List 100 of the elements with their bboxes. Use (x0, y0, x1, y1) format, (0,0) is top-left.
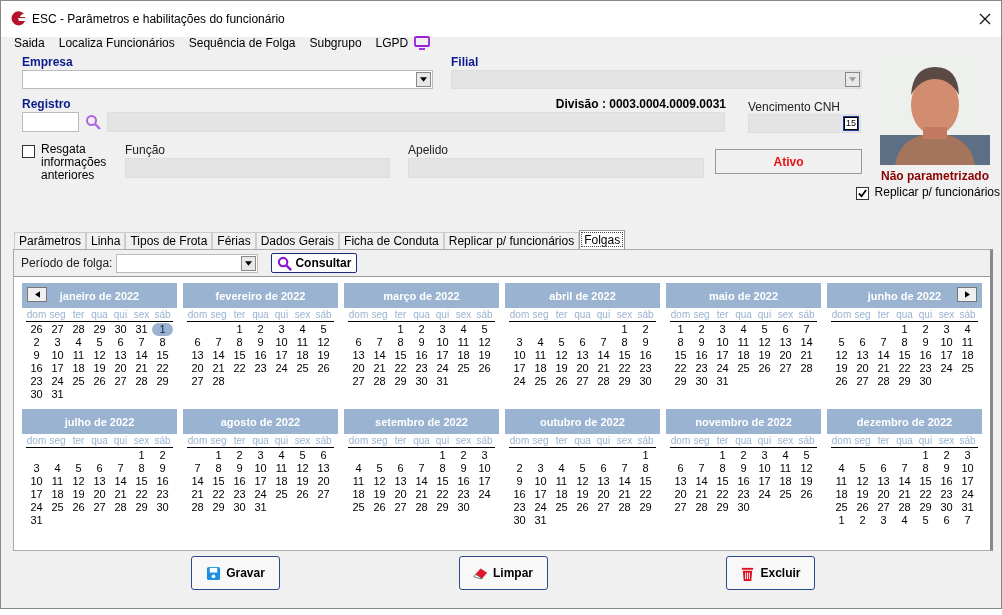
calendar-day[interactable]: 12 (831, 349, 852, 362)
calendar-day[interactable]: 1 (635, 449, 656, 462)
calendar-day[interactable]: 24 (712, 362, 733, 375)
calendar-day[interactable]: 2 (915, 323, 936, 336)
calendar-day[interactable]: 5 (852, 462, 873, 475)
calendar-day[interactable]: 22 (635, 488, 656, 501)
tab[interactable]: Férias (212, 232, 256, 249)
calendar-day[interactable]: 13 (187, 349, 208, 362)
calendar-day[interactable]: 18 (551, 488, 572, 501)
calendar-day[interactable]: 18 (348, 488, 369, 501)
calendar-day[interactable]: 10 (432, 336, 453, 349)
calendar-day[interactable]: 9 (691, 336, 712, 349)
calendar-day[interactable]: 14 (796, 336, 817, 349)
calendar-day[interactable]: 19 (474, 349, 495, 362)
calendar-day[interactable]: 8 (894, 336, 915, 349)
calendar-day[interactable]: 17 (957, 475, 978, 488)
calendar-day[interactable]: 29 (894, 375, 915, 388)
calendar-day[interactable]: 8 (712, 462, 733, 475)
calendar-day[interactable]: 15 (915, 475, 936, 488)
calendar-day[interactable]: 17 (712, 349, 733, 362)
calendar-day[interactable]: 21 (894, 488, 915, 501)
calendar-day[interactable]: 2 (152, 449, 173, 462)
calendar-day[interactable]: 17 (474, 475, 495, 488)
calendar-day[interactable]: 15 (208, 475, 229, 488)
calendar-day[interactable]: 20 (670, 488, 691, 501)
calendar-day[interactable]: 3 (530, 462, 551, 475)
calendar-day[interactable]: 27 (390, 501, 411, 514)
calendar-day[interactable]: 20 (348, 362, 369, 375)
calendar-day[interactable]: 31 (250, 501, 271, 514)
calendar-day[interactable]: 25 (551, 501, 572, 514)
calendar-day[interactable]: 24 (509, 375, 530, 388)
calendar-day[interactable]: 10 (509, 349, 530, 362)
calendar-day[interactable]: 24 (957, 488, 978, 501)
calendar-day[interactable]: 18 (453, 349, 474, 362)
tab[interactable]: Folgas (579, 230, 626, 249)
calendar-day[interactable]: 25 (47, 501, 68, 514)
delete-button[interactable]: Excluir (726, 556, 815, 590)
calendar-day[interactable]: 4 (292, 323, 313, 336)
calendar-day[interactable]: 31 (432, 375, 453, 388)
calendar-day[interactable]: 29 (712, 501, 733, 514)
calendar-day[interactable]: 22 (152, 362, 173, 375)
monitor-icon[interactable] (414, 36, 431, 50)
calendar-day[interactable]: 2 (26, 336, 47, 349)
calendar-day[interactable]: 22 (670, 362, 691, 375)
calendar-day[interactable]: 3 (474, 449, 495, 462)
calendar-day[interactable]: 29 (635, 501, 656, 514)
calendar-day[interactable]: 31 (47, 388, 68, 401)
calendar-day[interactable]: 1 (432, 449, 453, 462)
calendar-day[interactable]: 30 (229, 501, 250, 514)
calendar-day[interactable]: 22 (894, 362, 915, 375)
calendar-day[interactable]: 25 (530, 375, 551, 388)
calendar-day[interactable]: 23 (152, 488, 173, 501)
calendar-day[interactable]: 14 (110, 475, 131, 488)
calendar-day[interactable]: 20 (89, 488, 110, 501)
calendar-day[interactable]: 2 (936, 449, 957, 462)
calendar-day[interactable]: 30 (915, 375, 936, 388)
calendar-day[interactable]: 15 (635, 475, 656, 488)
calendar-day[interactable]: 3 (712, 323, 733, 336)
calendar-day[interactable]: 23 (635, 362, 656, 375)
calendar-day[interactable]: 6 (572, 336, 593, 349)
calendar-day[interactable]: 20 (775, 349, 796, 362)
calendar-day[interactable]: 23 (733, 488, 754, 501)
calendar-day[interactable]: 9 (635, 336, 656, 349)
calendar-day[interactable]: 29 (432, 501, 453, 514)
calendar-day[interactable]: 19 (831, 362, 852, 375)
calendar-day[interactable]: 24 (936, 362, 957, 375)
calendar-day[interactable]: 31 (957, 501, 978, 514)
calendar-day[interactable]: 6 (852, 336, 873, 349)
calendar-day[interactable]: 26 (89, 375, 110, 388)
calendar-day[interactable]: 6 (89, 462, 110, 475)
registration-field[interactable] (22, 112, 79, 132)
calendar-day[interactable]: 27 (593, 501, 614, 514)
calendar-day[interactable]: 16 (453, 475, 474, 488)
calendar-day[interactable]: 30 (509, 514, 530, 527)
calendar-day[interactable]: 7 (110, 462, 131, 475)
calendar-day[interactable]: 27 (775, 362, 796, 375)
calendar-day[interactable]: 15 (131, 475, 152, 488)
calendar-day[interactable]: 21 (208, 362, 229, 375)
calendar-day[interactable]: 8 (229, 336, 250, 349)
calendar-day[interactable]: 16 (411, 349, 432, 362)
calendar-day[interactable]: 28 (68, 323, 89, 336)
calendar-day[interactable]: 30 (26, 388, 47, 401)
calendar-day[interactable]: 31 (712, 375, 733, 388)
calendar-day[interactable]: 7 (411, 462, 432, 475)
calendar-day[interactable]: 23 (509, 501, 530, 514)
calendar-day[interactable]: 9 (915, 336, 936, 349)
calendar-day[interactable]: 16 (152, 475, 173, 488)
calendar-day[interactable]: 13 (390, 475, 411, 488)
calendar-day[interactable]: 17 (271, 349, 292, 362)
calendar-day[interactable]: 11 (453, 336, 474, 349)
calendar-day[interactable]: 8 (131, 462, 152, 475)
calendar-day[interactable]: 18 (292, 349, 313, 362)
calendar-day[interactable]: 4 (68, 336, 89, 349)
calendar-day[interactable]: 5 (89, 336, 110, 349)
calendar-day[interactable]: 16 (733, 475, 754, 488)
calendar-day[interactable]: 28 (131, 375, 152, 388)
calendar-day[interactable]: 30 (411, 375, 432, 388)
calendar-day[interactable]: 3 (250, 449, 271, 462)
calendar-day[interactable]: 27 (187, 375, 208, 388)
calendar-day[interactable]: 24 (432, 362, 453, 375)
